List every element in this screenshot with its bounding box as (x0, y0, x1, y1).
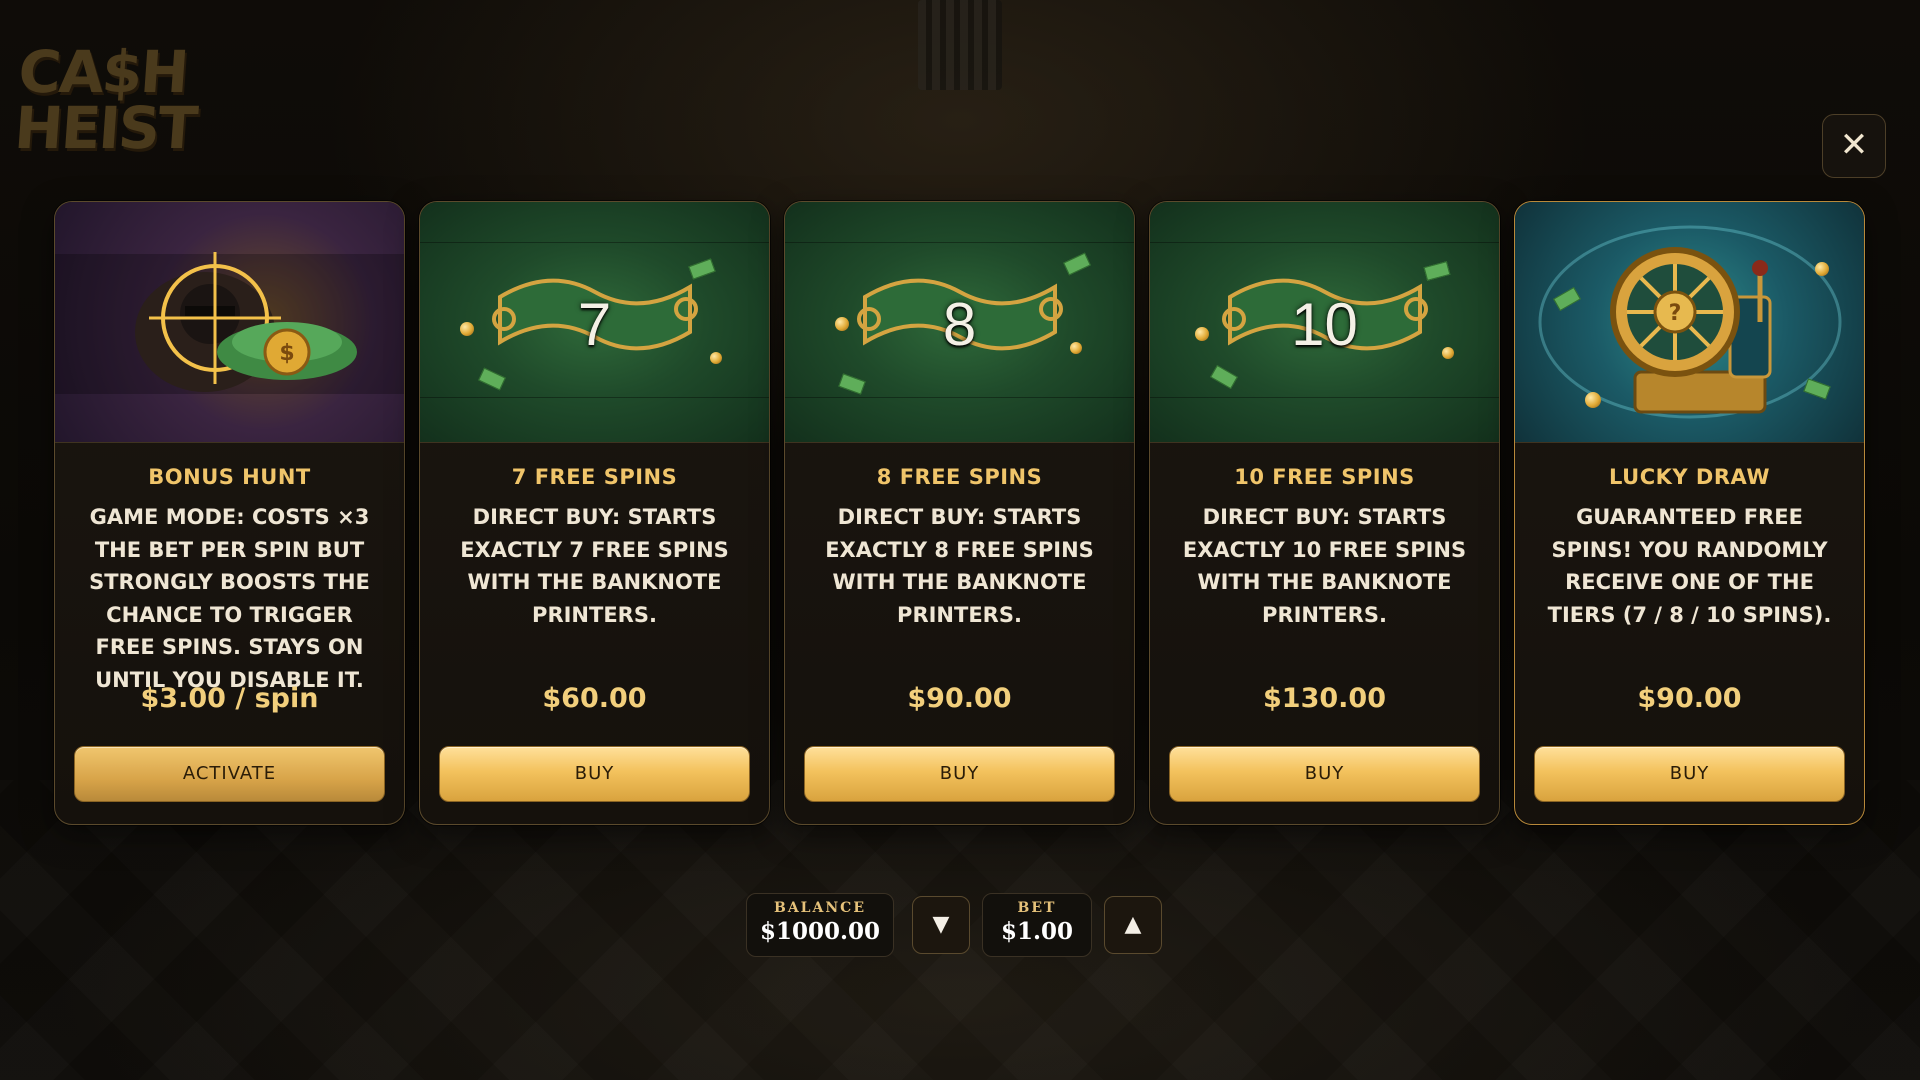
bet-decrease-button[interactable]: ▼ (912, 896, 970, 954)
prize-wheel-icon: ? (1538, 225, 1842, 419)
activate-button[interactable]: ACTIVATE (74, 746, 385, 802)
card-title: BONUS HUNT (148, 465, 311, 489)
card-price: $90.00 (907, 683, 1012, 714)
card-title: 7 FREE SPINS (511, 465, 678, 489)
card-10-free-spins: 10 10 FREE SPINS DIRECT BUY: STARTS EXAC… (1149, 201, 1500, 825)
buy-button[interactable]: BUY (804, 746, 1115, 802)
card-description: DIRECT BUY: STARTS EXACTLY 10 FREE SPINS… (1182, 505, 1467, 627)
card-bonus-hunt: $ BONUS HUNT GAME MODE: COSTS ×3 THE BET… (54, 201, 405, 825)
buy-button[interactable]: BUY (1534, 746, 1845, 802)
banknote-ribbon-art: 7 (420, 202, 769, 443)
free-spins-number: 7 (577, 291, 612, 358)
banknote-ribbon-art: 10 (1150, 202, 1499, 443)
coin-icon (1585, 392, 1601, 408)
card-description: GUARANTEED FREE SPINS! YOU RANDOMLY RECE… (1547, 505, 1832, 627)
balance-value: $1000.00 (759, 918, 881, 945)
bonus-cards: $ BONUS HUNT GAME MODE: COSTS ×3 THE BET… (54, 201, 1865, 825)
background-lamp (918, 0, 1002, 90)
bonus-buy-screen: CA$H HEIST ✕ $ BONUS HUNT GAME MODE: COS… (0, 0, 1920, 1080)
bonus-hunt-art: $ (55, 202, 404, 443)
free-spins-number: 10 (1291, 291, 1358, 358)
bet-label: BET (1017, 900, 1057, 916)
card-title: 8 FREE SPINS (876, 465, 1043, 489)
card-lucky-draw: ? LUCKY DRAW GUARANTEED FREE SPINS! YOU … (1514, 201, 1865, 825)
buy-button[interactable]: BUY (439, 746, 750, 802)
logo-line-1: CA$H (16, 38, 190, 106)
bet-display: BET $1.00 (982, 893, 1092, 957)
balance-label: BALANCE (773, 900, 866, 916)
thief-crosshair-icon: $ (55, 252, 404, 394)
svg-text:?: ? (1669, 301, 1682, 326)
card-title: 10 FREE SPINS (1234, 465, 1415, 489)
banknote-ribbon-art: 8 (785, 202, 1134, 443)
triangle-up-icon: ▲ (1124, 912, 1142, 937)
buy-button[interactable]: BUY (1169, 746, 1480, 802)
card-title: LUCKY DRAW (1609, 465, 1770, 489)
card-description: GAME MODE: COSTS ×3 THE BET PER SPIN BUT… (89, 505, 370, 692)
coin-icon (1815, 262, 1829, 276)
lucky-wheel-art: ? (1515, 202, 1864, 443)
footer-bar: BALANCE $1000.00 ▼ BET $1.00 ▲ (746, 893, 1162, 957)
card-description: DIRECT BUY: STARTS EXACTLY 7 FREE SPINS … (460, 505, 729, 627)
svg-text:$: $ (279, 341, 294, 366)
card-price: $60.00 (542, 683, 647, 714)
card-7-free-spins: 7 7 FREE SPINS DIRECT BUY: STARTS EXACTL… (419, 201, 770, 825)
close-button[interactable]: ✕ (1822, 114, 1886, 178)
bet-value: $1.00 (1000, 918, 1074, 945)
triangle-down-icon: ▼ (932, 912, 950, 937)
free-spins-number: 8 (942, 291, 977, 358)
card-price: $130.00 (1263, 683, 1386, 714)
close-icon: ✕ (1839, 125, 1869, 165)
card-8-free-spins: 8 8 FREE SPINS DIRECT BUY: STARTS EXACTL… (784, 201, 1135, 825)
game-logo: CA$H HEIST (11, 38, 210, 174)
bet-increase-button[interactable]: ▲ (1104, 896, 1162, 954)
balance-display: BALANCE $1000.00 (746, 893, 894, 957)
card-description: DIRECT BUY: STARTS EXACTLY 8 FREE SPINS … (825, 505, 1094, 627)
logo-line-2: HEIST (12, 94, 199, 162)
card-price: $90.00 (1637, 683, 1742, 714)
